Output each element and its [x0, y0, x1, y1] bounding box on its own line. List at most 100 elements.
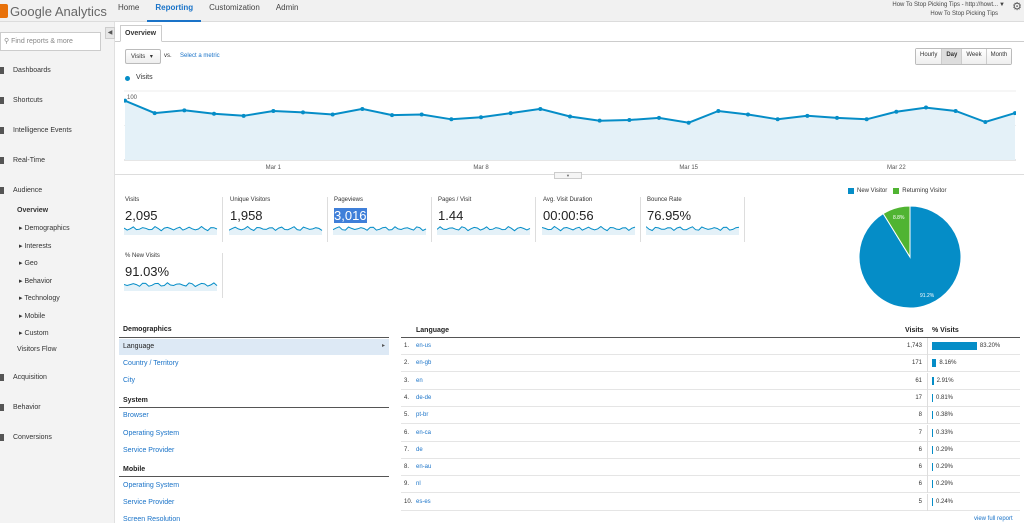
mobile-os-link[interactable]: Operating System [123, 482, 179, 489]
data-point[interactable] [924, 105, 928, 110]
mobile-provider-link[interactable]: Service Provider [123, 499, 174, 506]
sidebar-item-geo[interactable]: ▸ Geo [19, 259, 38, 267]
mobile-resolution-link[interactable]: Screen Resolution [123, 516, 180, 523]
week-button[interactable]: Week [962, 49, 987, 64]
system-os-link[interactable]: Operating System [123, 430, 179, 437]
data-point[interactable] [746, 112, 750, 117]
metric-tile[interactable]: Avg. Visit Duration 00:00:56 [542, 197, 641, 242]
data-point[interactable] [212, 111, 216, 116]
language-link[interactable]: nl [416, 481, 421, 487]
data-point[interactable] [479, 115, 483, 120]
demographics-language-item[interactable]: Language ▸ [119, 339, 389, 355]
pct-bar [932, 497, 933, 506]
metric-dropdown[interactable]: Visits ▾ [125, 49, 161, 64]
nav-reporting[interactable]: Reporting [147, 0, 202, 22]
metric-tile[interactable]: Pageviews 3,016 [333, 197, 432, 242]
data-point[interactable] [894, 109, 899, 114]
sidebar-item-dashboards[interactable]: Dashboards [0, 67, 51, 74]
nav-home[interactable]: Home [110, 0, 147, 22]
day-button[interactable]: Day [942, 49, 963, 64]
data-point[interactable] [301, 110, 305, 115]
view-full-report-link[interactable]: view full report [974, 516, 1013, 522]
metric-tile[interactable]: % New Visits 91.03% [124, 253, 223, 298]
sidebar-item-mobile[interactable]: ▸ Mobile [19, 312, 45, 320]
dropdown-arrow-icon[interactable]: ▼ [999, 2, 1005, 8]
collapse-chart-button[interactable]: ▼ [554, 172, 582, 179]
sidebar-item-technology[interactable]: ▸ Technology [19, 294, 60, 302]
demographics-city-link[interactable]: City [123, 377, 135, 384]
metric-tile[interactable]: Unique Visitors 1,958 [229, 197, 328, 242]
data-point[interactable] [953, 109, 958, 114]
chart-divider [582, 174, 1024, 175]
sidebar-item-shortcuts[interactable]: Shortcuts [0, 97, 43, 104]
nav-customization[interactable]: Customization [201, 0, 268, 22]
language-link[interactable]: es-es [416, 499, 431, 505]
metric-tile[interactable]: Bounce Rate 76.95% [646, 197, 745, 242]
data-point[interactable] [864, 117, 869, 122]
demographics-country-link[interactable]: Country / Territory [123, 360, 179, 367]
language-link[interactable]: de [416, 447, 423, 453]
sidebar-item-overview[interactable]: Overview [17, 207, 48, 214]
row-separator [927, 476, 928, 494]
select-metric-link[interactable]: Select a metric [180, 53, 220, 59]
data-point[interactable] [538, 106, 543, 111]
data-point[interactable] [360, 106, 365, 111]
data-point[interactable] [686, 120, 691, 125]
language-link[interactable]: pt-br [416, 412, 428, 418]
data-point[interactable] [241, 113, 246, 118]
search-input[interactable]: ⚲ Find reports & more [0, 32, 101, 51]
header-visits[interactable]: Visits [905, 327, 924, 334]
language-link[interactable]: en-ca [416, 430, 431, 436]
data-point[interactable] [835, 115, 839, 120]
month-button[interactable]: Month [986, 49, 1012, 64]
language-link[interactable]: en-au [416, 464, 431, 470]
row-pct: 8.16% [939, 360, 957, 367]
language-link[interactable]: en-us [416, 343, 431, 349]
system-provider-link[interactable]: Service Provider [123, 447, 174, 454]
data-point[interactable] [508, 111, 513, 116]
header-pct-visits[interactable]: % Visits [932, 327, 959, 334]
data-point[interactable] [182, 108, 187, 113]
data-point[interactable] [983, 120, 988, 125]
sidebar-item-behavior-sub[interactable]: ▸ Behavior [19, 277, 52, 285]
data-point[interactable] [419, 112, 424, 117]
pct-bar [932, 342, 977, 350]
sidebar-item-audience[interactable]: Audience [0, 187, 42, 194]
tab-overview[interactable]: Overview [120, 25, 162, 42]
language-link[interactable]: en [416, 378, 423, 384]
metric-tile[interactable]: Pages / Visit 1.44 [437, 197, 536, 242]
sidebar-item-visitors-flow[interactable]: Visitors Flow [17, 346, 57, 353]
data-point[interactable] [152, 111, 157, 116]
data-point[interactable] [716, 109, 721, 114]
collapse-sidebar-button[interactable]: ◀ [105, 27, 115, 39]
hourly-button[interactable]: Hourly [916, 49, 943, 64]
sidebar-item-intelligence[interactable]: Intelligence Events [0, 127, 72, 134]
data-point[interactable] [330, 112, 335, 117]
account-selector[interactable]: How To Stop Picking Tips - http://howt..… [892, 1, 998, 19]
language-link[interactable]: de-de [416, 395, 431, 401]
data-point[interactable] [390, 113, 394, 118]
data-point[interactable] [597, 118, 602, 123]
data-point[interactable] [271, 109, 276, 114]
sidebar-item-demographics[interactable]: ▸ Demographics [19, 224, 70, 232]
data-point[interactable] [568, 114, 572, 119]
pct-bar [932, 428, 933, 437]
sidebar-item-acquisition[interactable]: Acquisition [0, 374, 47, 381]
sidebar-item-behavior[interactable]: Behavior [0, 404, 41, 411]
metric-tile[interactable]: Visits 2,095 [124, 197, 223, 242]
metric-sparkline [437, 225, 531, 235]
data-point[interactable] [657, 115, 661, 120]
sidebar-item-interests[interactable]: ▸ Interests [19, 242, 51, 250]
gear-icon[interactable]: ⚙ [1012, 0, 1022, 13]
language-link[interactable]: en-gb [416, 360, 431, 366]
data-point[interactable] [805, 113, 810, 118]
google-analytics-logo[interactable]: Google Analytics [0, 1, 107, 21]
sidebar-item-custom[interactable]: ▸ Custom [19, 329, 49, 337]
sidebar-item-conversions[interactable]: Conversions [0, 434, 52, 441]
data-point[interactable] [775, 117, 780, 122]
system-browser-link[interactable]: Browser [123, 412, 149, 419]
data-point[interactable] [627, 117, 632, 122]
sidebar-item-realtime[interactable]: Real-Time [0, 157, 45, 164]
data-point[interactable] [449, 117, 454, 122]
nav-admin[interactable]: Admin [268, 0, 307, 22]
